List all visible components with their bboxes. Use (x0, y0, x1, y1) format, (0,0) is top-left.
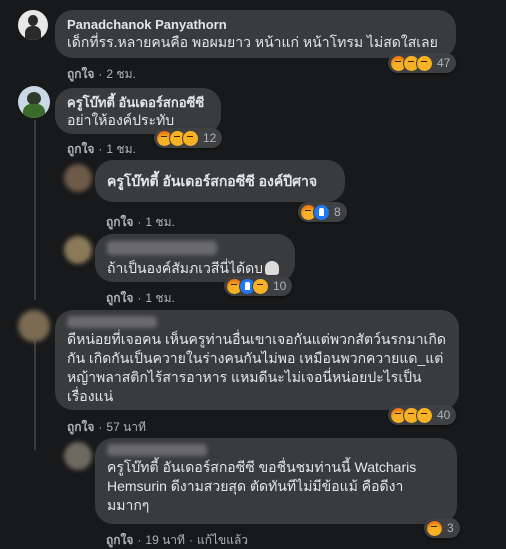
timestamp[interactable]: 1 ชม. (145, 291, 174, 305)
timestamp[interactable]: 1 ชม. (145, 215, 174, 229)
comment-meta: ถูกใจ · 57 นาที (67, 420, 146, 434)
comment-author-redacted (67, 316, 157, 328)
timestamp[interactable]: 2 ชม. (106, 67, 135, 81)
thread-line (34, 120, 36, 300)
comment-bubble: ครูโบ๊ทตี้ อันเดอร์สกอซีซี ขอชื่นชมท่านน… (95, 438, 457, 524)
reaction-summary[interactable]: 3 (424, 518, 460, 538)
avatar[interactable] (18, 10, 48, 40)
comment-text: เด็กที่รร.หลายคนคือ พอผมยาว หน้าแก่ หน้า… (67, 34, 438, 50)
timestamp[interactable]: 1 ชม. (106, 142, 135, 156)
comment-meta: ถูกใจ · 19 นาที · แก้ไขแล้ว (106, 533, 249, 547)
reaction-summary[interactable]: 47 (388, 53, 457, 73)
comment-bubble: ครูโบ๊ทตี้ อันเดอร์สกอซีซี องค์ปีศาจ (95, 160, 345, 202)
avatar[interactable] (64, 236, 92, 264)
avatar[interactable] (64, 164, 92, 192)
comment-author[interactable]: Panadchanok Panyathorn (67, 17, 444, 33)
edited-label[interactable]: แก้ไขแล้ว (197, 533, 248, 547)
timestamp[interactable]: 57 นาที (106, 420, 146, 434)
comment-author-redacted (107, 241, 217, 255)
wow-icon (416, 54, 433, 72)
comment-bubble: Panadchanok Panyathorn เด็กที่รร.หลายคนค… (55, 10, 456, 58)
wow-icon (182, 129, 199, 147)
like-button[interactable]: ถูกใจ (67, 67, 94, 81)
comment-author[interactable]: ครูโบ๊ทตี้ อันเดอร์สกอซีซี (67, 95, 209, 111)
thread-line (34, 340, 36, 450)
avatar[interactable] (64, 442, 92, 470)
comment-meta: ถูกใจ · 1 ชม. (106, 291, 175, 305)
like-button[interactable]: ถูกใจ (106, 215, 133, 229)
like-button[interactable]: ถูกใจ (106, 291, 133, 305)
reaction-count: 8 (334, 205, 341, 219)
like-button[interactable]: ถูกใจ (67, 420, 94, 434)
avatar[interactable] (18, 86, 50, 118)
ghost-icon (265, 261, 280, 275)
comment-text-content: ถ้าเป็นองค์สัมภเวสีนี่ได้ดบ (107, 260, 264, 276)
comment-bubble: ถ้าเป็นองค์สัมภเวสีนี่ได้ดบ (95, 234, 295, 282)
reaction-count: 10 (273, 279, 287, 293)
comment-bubble: ดีหน่อยที่เจอคน เห็นครูท่านอื่นเขาเจอกัน… (55, 310, 459, 410)
like-icon (313, 203, 330, 221)
avatar[interactable] (18, 310, 50, 342)
comment-meta: ถูกใจ · 2 ชม. (67, 67, 136, 81)
comment-text: ครูโบ๊ทตี้ อันเดอร์สกอซีซี ขอชื่นชมท่านน… (107, 459, 417, 513)
wow-icon (252, 277, 269, 295)
comment-text: ดีหน่อยที่เจอคน เห็นครูท่านอื่นเขาเจอกัน… (67, 331, 446, 404)
reaction-count: 40 (437, 408, 451, 422)
timestamp[interactable]: 19 นาที (145, 533, 185, 547)
wow-icon (416, 406, 433, 424)
comment-meta: ถูกใจ · 1 ชม. (106, 215, 175, 229)
reaction-count: 3 (447, 521, 454, 535)
reaction-summary[interactable]: 10 (224, 276, 293, 296)
comment-author[interactable]: ครูโบ๊ทตี้ อันเดอร์สกอซีซี องค์ปีศาจ (107, 172, 333, 190)
like-button[interactable]: ถูกใจ (106, 533, 133, 547)
reaction-summary[interactable]: 12 (154, 128, 223, 148)
reaction-summary[interactable]: 8 (298, 202, 347, 222)
reaction-count: 47 (437, 56, 451, 70)
like-button[interactable]: ถูกใจ (67, 142, 94, 156)
reaction-summary[interactable]: 40 (388, 405, 457, 425)
comment-author-redacted (107, 444, 207, 456)
comment-meta: ถูกใจ · 1 ชม. (67, 142, 136, 156)
angry-icon (426, 519, 443, 537)
reaction-count: 12 (203, 131, 217, 145)
